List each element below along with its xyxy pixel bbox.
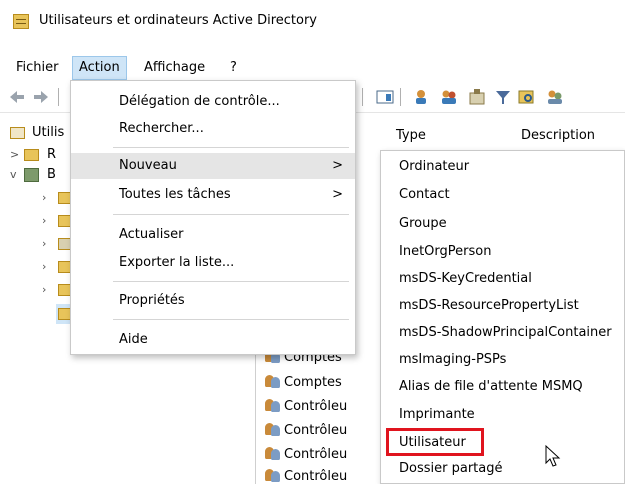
list-item[interactable]: Comptes	[264, 373, 382, 393]
chevron-right-icon[interactable]: ›	[42, 280, 52, 300]
submenu-arrow-icon: >	[332, 158, 343, 173]
submenu-item-shadowprincipalcontainer[interactable]: msDS-ShadowPrincipalContainer	[399, 321, 612, 345]
console-root-icon	[10, 127, 25, 139]
title-bar: Utilisateurs et ordinateurs Active Direc…	[0, 0, 625, 44]
submenu-item-dossier-partage[interactable]: Dossier partagé	[399, 457, 502, 481]
tree-item-label: R	[47, 147, 57, 162]
list-item[interactable]: Contrôleu	[264, 445, 382, 465]
group-icon	[264, 422, 281, 436]
find-icon[interactable]	[518, 88, 536, 106]
add-to-group-icon[interactable]	[546, 88, 564, 106]
submenu-item-keycredential[interactable]: msDS-KeyCredential	[399, 267, 532, 291]
tree-item-label: B	[47, 167, 56, 182]
menu-item-delegation[interactable]: Délégation de contrôle...	[71, 89, 355, 115]
submenu-item-resourcepropertylist[interactable]: msDS-ResourcePropertyList	[399, 294, 579, 318]
menu-item-aide[interactable]: Aide	[71, 327, 355, 353]
group-icon	[264, 374, 281, 388]
menu-fichier[interactable]: Fichier	[10, 56, 65, 80]
chevron-down-icon[interactable]: v	[10, 165, 20, 185]
submenu-item-contact[interactable]: Contact	[399, 183, 450, 207]
submenu-item-inetorgperson[interactable]: InetOrgPerson	[399, 240, 491, 264]
utilisateur-highlight-box	[386, 428, 484, 456]
folder-icon	[24, 149, 39, 161]
list-item[interactable]: Contrôleu	[264, 397, 382, 417]
group-icon	[264, 468, 281, 482]
back-arrow-icon[interactable]	[8, 88, 26, 106]
submenu-item-msimaging[interactable]: msImaging-PSPs	[399, 348, 506, 372]
new-group-icon[interactable]	[440, 88, 458, 106]
filter-icon[interactable]	[494, 88, 512, 106]
menu-item-toutes-taches[interactable]: Toutes les tâches >	[71, 182, 355, 208]
menu-help[interactable]: ?	[224, 56, 243, 80]
submenu-arrow-icon: >	[332, 187, 343, 202]
chevron-right-icon[interactable]: ›	[42, 234, 52, 254]
mouse-pointer-icon	[544, 444, 564, 468]
menu-action[interactable]: Action	[72, 56, 127, 80]
menu-item-actualiser[interactable]: Actualiser	[71, 222, 355, 248]
chevron-right-icon[interactable]: ›	[42, 188, 52, 208]
aduc-icon	[13, 14, 29, 29]
submenu-item-groupe[interactable]: Groupe	[399, 212, 447, 236]
menu-item-rechercher[interactable]: Rechercher...	[71, 116, 355, 142]
chevron-right-icon[interactable]: ›	[42, 211, 52, 231]
menu-bar: Fichier Action Affichage ?	[0, 56, 625, 80]
new-user-icon[interactable]	[412, 88, 430, 106]
new-ou-icon[interactable]	[468, 88, 486, 106]
group-icon	[264, 446, 281, 460]
chevron-right-icon[interactable]: >	[10, 145, 20, 165]
submenu-item-msmq-alias[interactable]: Alias de file d'attente MSMQ	[399, 375, 583, 399]
menu-affichage[interactable]: Affichage	[138, 56, 211, 80]
menu-separator	[113, 214, 349, 215]
forward-arrow-icon[interactable]	[32, 88, 50, 106]
action-menu: Délégation de contrôle... Rechercher... …	[70, 80, 356, 355]
domain-icon	[24, 168, 39, 182]
menu-separator	[113, 281, 349, 282]
tree-root-label: Utilis	[32, 125, 65, 140]
submenu-item-imprimante[interactable]: Imprimante	[399, 403, 475, 427]
column-description[interactable]: Description	[521, 126, 595, 146]
menu-item-exporter[interactable]: Exporter la liste...	[71, 250, 355, 276]
menu-separator	[113, 319, 349, 320]
chevron-right-icon[interactable]: ›	[42, 257, 52, 277]
list-item[interactable]: Contrôleu	[264, 467, 382, 484]
show-pane-icon[interactable]	[376, 88, 394, 106]
column-type[interactable]: Type	[396, 126, 426, 146]
menu-separator	[113, 147, 349, 148]
menu-item-proprietes[interactable]: Propriétés	[71, 288, 355, 314]
list-item[interactable]: Contrôleu	[264, 421, 382, 441]
group-icon	[264, 398, 281, 412]
submenu-item-ordinateur[interactable]: Ordinateur	[399, 155, 469, 179]
window-title: Utilisateurs et ordinateurs Active Direc…	[39, 13, 317, 28]
menu-item-nouveau[interactable]: Nouveau >	[71, 153, 355, 179]
